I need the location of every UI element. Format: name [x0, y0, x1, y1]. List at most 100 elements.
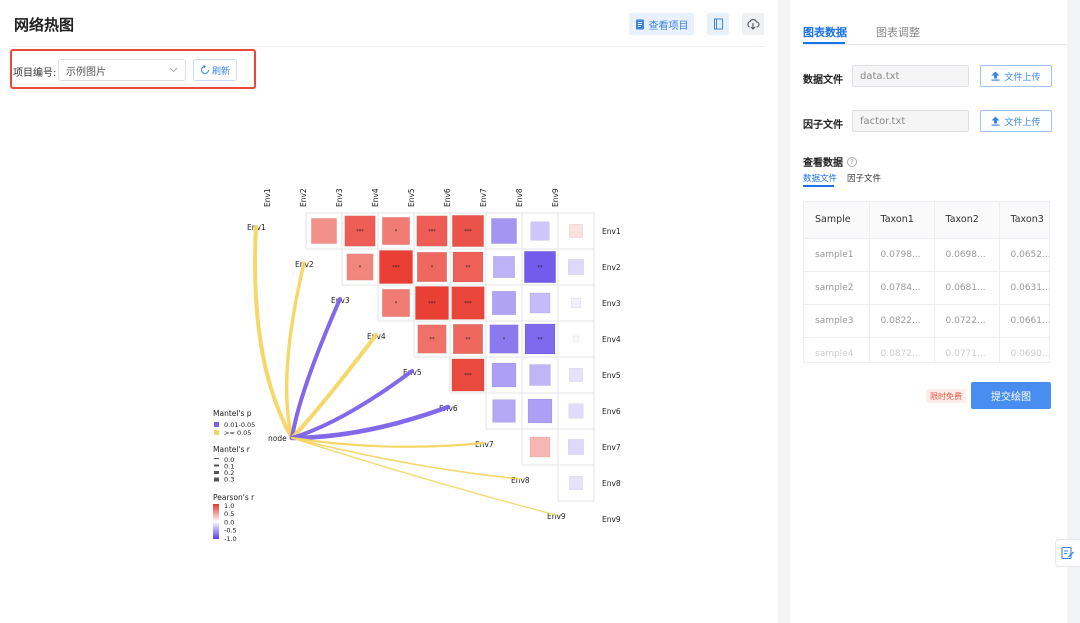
column-label: Env4 — [371, 188, 380, 207]
legend-tick: -0.5 — [224, 527, 237, 535]
heatmap-cell — [491, 290, 517, 316]
significance-label: ** — [466, 337, 472, 343]
feedback-button[interactable] — [1055, 539, 1080, 567]
column-label: Env3 — [335, 188, 344, 207]
legend-title-mantel-r: Mantel's r — [213, 445, 251, 454]
view-data-label: 查看数据 — [803, 158, 843, 169]
factor-file-label: 因子文件 — [803, 120, 843, 131]
table-cell: 0.0798... — [869, 238, 935, 272]
legend-title-pearson: Pearson's r — [213, 493, 255, 502]
row-label: Env7 — [602, 443, 621, 452]
table-header-row: Sample Taxon1 Taxon2 Taxon3 — [804, 202, 1049, 239]
tab-chart-adjust[interactable]: 图表调整 — [876, 24, 920, 40]
column-label: Env5 — [407, 188, 416, 207]
legend-width-swatch — [214, 477, 219, 482]
table-cell: 0.0661... — [999, 304, 1049, 338]
row-label: Env3 — [602, 299, 621, 308]
row-label: Env6 — [602, 407, 621, 416]
table-row: sample2 0.0784... 0.0681... 0.0631... — [804, 271, 1049, 305]
main-panel: 网络热图 查看项目 项目编号: 示例图片 刷新 *** * *** *** * *** * *… — [0, 0, 778, 623]
heatmap-cell — [568, 259, 584, 275]
legend-tick: -1.0 — [224, 535, 237, 543]
legend-width-swatch — [214, 464, 219, 467]
table-cell: sample1 — [804, 238, 870, 272]
node-label: node — [268, 434, 287, 443]
legend-label: >= 0.05 — [224, 429, 251, 437]
legend-tick: 0.0 — [224, 518, 234, 526]
help-icon[interactable]: ? — [847, 156, 857, 167]
column-label: Env2 — [299, 188, 308, 207]
legend-title-mantel-p: Mantel's p — [213, 409, 252, 418]
settings-panel: 图表数据 图表调整 数据文件 data.txt 文件上传 因子文件 factor… — [790, 0, 1067, 623]
subtab-data-file[interactable]: 数据文件 — [803, 172, 837, 184]
table-cell: 0.0698... — [934, 238, 1000, 272]
legend-tick: 1.0 — [224, 502, 234, 510]
significance-label: ** — [466, 265, 472, 271]
mantel-link — [290, 297, 342, 440]
table-cell: 0.0771... — [934, 337, 1000, 362]
column-label: Env7 — [479, 188, 488, 207]
mantel-link — [290, 369, 414, 440]
table-header-cell: Sample — [804, 202, 870, 239]
row-label: Env1 — [602, 227, 621, 236]
app-root: 网络热图 查看项目 项目编号: 示例图片 刷新 *** * *** *** * *** * *… — [0, 0, 1080, 623]
significance-label: *** — [392, 265, 400, 271]
heatmap-cell — [491, 362, 517, 388]
table-header-cell: Taxon1 — [869, 202, 935, 239]
data-file-input[interactable]: data.txt — [852, 65, 969, 87]
heatmap-cell — [311, 218, 337, 244]
table-cell: 0.0822... — [869, 304, 935, 338]
factor-file-upload-label: 文件上传 — [1004, 117, 1041, 128]
row-label: Env2 — [602, 263, 621, 272]
significance-label: ** — [538, 337, 544, 343]
table-cell: 0.0722... — [934, 304, 1000, 338]
data-file-label: 数据文件 — [803, 75, 843, 86]
heatmap-cell — [572, 335, 580, 343]
significance-label: *** — [428, 229, 436, 235]
heatmap-cell — [568, 439, 584, 455]
significance-label: *** — [464, 373, 472, 379]
significance-label: *** — [356, 229, 364, 235]
column-label: Env8 — [515, 188, 524, 207]
data-file-upload-label: 文件上传 — [1004, 72, 1041, 83]
submit-plot-button[interactable]: 提交绘图 — [971, 382, 1051, 409]
legend-width-swatch — [214, 458, 219, 459]
factor-file-upload-button[interactable]: 文件上传 — [980, 110, 1052, 132]
factor-file-input[interactable]: factor.txt — [852, 110, 969, 132]
heatmap-cell — [492, 399, 516, 423]
view-data-heading: 查看数据 ? — [803, 154, 857, 169]
legend-width-swatch — [214, 471, 219, 474]
table-row: sample4 0.0872... 0.0771... 0.0690... — [804, 337, 1049, 362]
heatmap-cell — [492, 255, 516, 279]
heatmap-cell — [529, 436, 551, 458]
heatmap-cell — [569, 224, 583, 238]
row-label: Env4 — [602, 335, 621, 344]
significance-label: ** — [538, 265, 544, 271]
table-cell: 0.0652... — [999, 238, 1049, 272]
free-badge: 限时免费 — [926, 389, 966, 403]
table-row: sample1 0.0798... 0.0698... 0.0652... — [804, 238, 1049, 272]
heatmap-cell — [530, 221, 550, 241]
significance-label: *** — [428, 301, 436, 307]
row-label: Env8 — [602, 479, 621, 488]
data-file-upload-button[interactable]: 文件上传 — [980, 65, 1052, 87]
heatmap-cell — [569, 368, 583, 382]
active-subtab-indicator — [803, 185, 834, 187]
heatmap-cell — [568, 403, 584, 419]
table-cell: 0.0631... — [999, 271, 1049, 305]
column-label: Env9 — [551, 188, 560, 207]
heatmap-cell — [491, 218, 517, 244]
heatmap-cell — [529, 364, 551, 386]
legend-colorbar — [213, 504, 219, 539]
significance-label: *** — [464, 301, 472, 307]
table-cell: 0.0690... — [999, 337, 1049, 362]
row-label: Env9 — [602, 515, 621, 524]
row-label: Env5 — [602, 371, 621, 380]
edit-icon — [1061, 546, 1074, 560]
diagonal-label: Env8 — [511, 476, 530, 485]
upload-icon — [991, 71, 1000, 81]
legend-label: 0.3 — [224, 476, 234, 484]
subtab-factor-file[interactable]: 因子文件 — [847, 172, 881, 184]
active-tab-indicator — [803, 42, 845, 44]
tab-chart-data[interactable]: 图表数据 — [803, 24, 847, 40]
